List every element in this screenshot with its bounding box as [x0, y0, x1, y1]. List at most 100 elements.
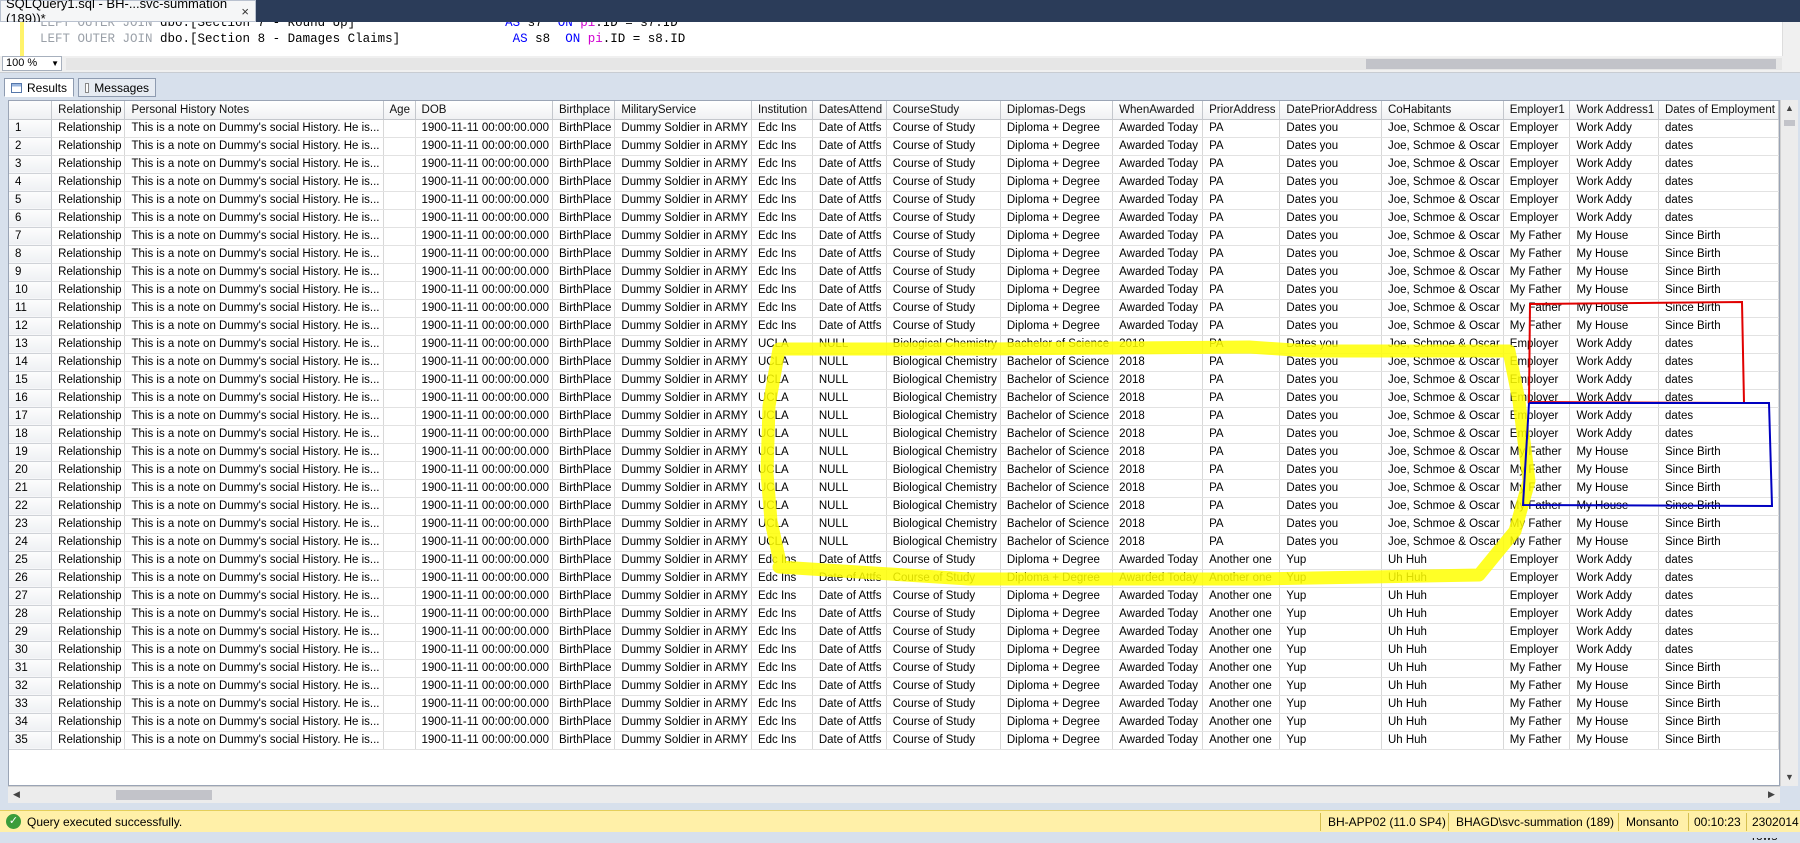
table-cell[interactable]: Date of Attfs — [812, 551, 887, 570]
scroll-down-icon[interactable]: ▼ — [1783, 771, 1796, 784]
row-number[interactable]: 25 — [9, 551, 53, 570]
table-cell[interactable]: Edc Ins — [751, 191, 813, 210]
table-cell[interactable] — [383, 731, 416, 750]
table-cell[interactable]: Dummy Soldier in ARMY — [614, 569, 752, 588]
table-cell[interactable] — [383, 623, 416, 642]
table-cell[interactable]: Awarded Today — [1112, 605, 1204, 624]
table-cell[interactable]: PA — [1202, 335, 1281, 354]
table-cell[interactable]: Yup — [1279, 713, 1382, 732]
table-cell[interactable]: Dummy Soldier in ARMY — [614, 389, 752, 408]
table-cell[interactable]: Awarded Today — [1112, 623, 1204, 642]
table-cell[interactable] — [383, 335, 416, 354]
table-cell[interactable]: PA — [1202, 497, 1281, 516]
table-cell[interactable]: BirthPlace — [552, 569, 616, 588]
table-cell[interactable]: Diploma + Degree — [1000, 677, 1114, 696]
table-cell[interactable]: Dummy Soldier in ARMY — [614, 677, 752, 696]
row-number[interactable]: 14 — [9, 353, 53, 372]
table-row[interactable]: 24 Relationship This is a note on Dummy's … — [9, 533, 1779, 552]
table-cell[interactable]: NULL — [812, 443, 887, 462]
row-number[interactable]: 27 — [9, 587, 53, 606]
row-number[interactable]: 16 — [9, 389, 53, 408]
column-header[interactable]: Birthplace — [552, 101, 616, 120]
table-row[interactable]: 35 Relationship This is a note on Dummy's … — [9, 731, 1779, 750]
table-cell[interactable] — [383, 137, 416, 156]
table-cell[interactable]: Joe, Schmoe & Oscar — [1381, 353, 1504, 372]
table-row[interactable]: 33 Relationship This is a note on Dummy's … — [9, 695, 1779, 714]
table-cell[interactable]: Edc Ins — [751, 659, 813, 678]
table-cell[interactable]: Date of Attfs — [812, 587, 887, 606]
table-cell[interactable]: 1900-11-11 00:00:00.000 — [415, 335, 553, 354]
table-cell[interactable]: Relationship — [51, 299, 126, 318]
table-cell[interactable]: Course of Study — [886, 551, 1001, 570]
table-cell[interactable]: Edc Ins — [751, 209, 813, 228]
table-cell[interactable]: Diploma + Degree — [1000, 317, 1114, 336]
column-header[interactable]: Personal History Notes — [124, 101, 384, 120]
table-cell[interactable]: Edc Ins — [751, 731, 813, 750]
table-cell[interactable]: UCLA — [751, 335, 813, 354]
table-cell[interactable]: PA — [1202, 407, 1281, 426]
table-cell[interactable]: Dates you — [1279, 191, 1382, 210]
table-cell[interactable]: My House — [1569, 281, 1659, 300]
table-cell[interactable]: Relationship — [51, 569, 126, 588]
table-cell[interactable]: Dummy Soldier in ARMY — [614, 551, 752, 570]
table-cell[interactable]: dates — [1658, 551, 1779, 570]
column-header[interactable]: WhenAwarded — [1112, 101, 1204, 120]
table-cell[interactable]: My Father — [1503, 731, 1571, 750]
table-cell[interactable]: Since Birth — [1658, 659, 1779, 678]
table-cell[interactable]: Date of Attfs — [812, 713, 887, 732]
table-cell[interactable]: BirthPlace — [552, 209, 616, 228]
table-cell[interactable]: Date of Attfs — [812, 173, 887, 192]
table-cell[interactable]: My Father — [1503, 677, 1571, 696]
tab-results[interactable]: Results — [4, 78, 74, 97]
table-cell[interactable]: 1900-11-11 00:00:00.000 — [415, 677, 553, 696]
table-cell[interactable]: Joe, Schmoe & Oscar — [1381, 479, 1504, 498]
table-cell[interactable]: Relationship — [51, 227, 126, 246]
table-cell[interactable]: Yup — [1279, 587, 1382, 606]
table-cell[interactable]: Course of Study — [886, 641, 1001, 660]
table-cell[interactable]: Relationship — [51, 137, 126, 156]
editor-scroll-thumb[interactable] — [1366, 59, 1776, 69]
table-cell[interactable]: UCLA — [751, 533, 813, 552]
table-cell[interactable]: This is a note on Dummy's social History… — [124, 227, 384, 246]
table-cell[interactable]: Diploma + Degree — [1000, 227, 1114, 246]
column-header[interactable]: Age — [383, 101, 416, 120]
grid-hscroll-thumb[interactable] — [116, 790, 212, 800]
table-cell[interactable]: 1900-11-11 00:00:00.000 — [415, 209, 553, 228]
table-cell[interactable]: Bachelor of Science — [1000, 335, 1114, 354]
table-cell[interactable]: Dummy Soldier in ARMY — [614, 623, 752, 642]
table-cell[interactable] — [383, 605, 416, 624]
table-cell[interactable]: Edc Ins — [751, 677, 813, 696]
table-cell[interactable]: Awarded Today — [1112, 155, 1204, 174]
table-cell[interactable]: Dummy Soldier in ARMY — [614, 227, 752, 246]
editor-horizontal-scrollbar[interactable] — [66, 58, 1782, 70]
table-cell[interactable]: Bachelor of Science — [1000, 425, 1114, 444]
table-cell[interactable]: This is a note on Dummy's social History… — [124, 281, 384, 300]
table-cell[interactable]: Relationship — [51, 191, 126, 210]
table-cell[interactable]: Another one — [1202, 677, 1281, 696]
table-row[interactable]: 28 Relationship This is a note on Dummy's … — [9, 605, 1779, 624]
table-cell[interactable]: Awarded Today — [1112, 659, 1204, 678]
table-cell[interactable]: This is a note on Dummy's social History… — [124, 659, 384, 678]
column-header[interactable]: Dates of Employment — [1658, 101, 1779, 120]
table-cell[interactable]: Yup — [1279, 731, 1382, 750]
table-cell[interactable]: Work Addy — [1569, 353, 1659, 372]
table-cell[interactable]: Date of Attfs — [812, 695, 887, 714]
table-cell[interactable]: NULL — [812, 353, 887, 372]
table-cell[interactable]: Employer — [1503, 173, 1571, 192]
table-cell[interactable]: Since Birth — [1658, 281, 1779, 300]
table-cell[interactable]: Bachelor of Science — [1000, 407, 1114, 426]
table-cell[interactable]: Employer — [1503, 623, 1571, 642]
table-cell[interactable]: Diploma + Degree — [1000, 695, 1114, 714]
table-cell[interactable]: Another one — [1202, 623, 1281, 642]
table-cell[interactable]: Date of Attfs — [812, 137, 887, 156]
table-cell[interactable]: Diploma + Degree — [1000, 659, 1114, 678]
table-cell[interactable]: 1900-11-11 00:00:00.000 — [415, 191, 553, 210]
table-cell[interactable]: 1900-11-11 00:00:00.000 — [415, 533, 553, 552]
table-cell[interactable]: Dummy Soldier in ARMY — [614, 371, 752, 390]
table-cell[interactable]: Course of Study — [886, 191, 1001, 210]
table-cell[interactable]: Work Addy — [1569, 425, 1659, 444]
table-cell[interactable]: 2018 — [1112, 353, 1204, 372]
table-cell[interactable]: BirthPlace — [552, 515, 616, 534]
table-cell[interactable]: My Father — [1503, 281, 1571, 300]
editor-vertical-scrollbar[interactable] — [1782, 22, 1800, 56]
